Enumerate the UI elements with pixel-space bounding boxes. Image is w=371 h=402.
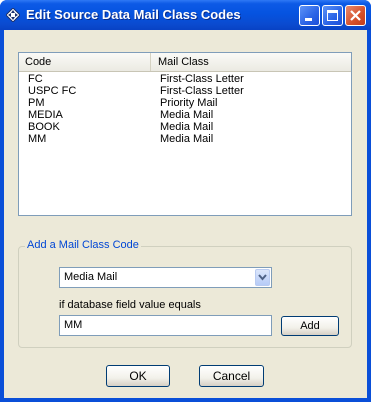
maximize-icon bbox=[327, 10, 338, 21]
row-code: MM bbox=[28, 133, 47, 145]
maximize-button[interactable] bbox=[322, 5, 343, 26]
mail-class-select[interactable]: Media Mail bbox=[59, 267, 272, 288]
list-header: Code Mail Class bbox=[19, 53, 351, 72]
cancel-button[interactable]: Cancel bbox=[199, 365, 264, 387]
chevron-down-icon bbox=[258, 274, 267, 281]
row-code: FC bbox=[28, 73, 43, 85]
row-mail-class: Media Mail bbox=[160, 109, 214, 121]
row-mail-class: First-Class Letter bbox=[160, 85, 244, 97]
table-row[interactable]: MM Media Mail bbox=[19, 133, 351, 145]
row-code: MEDIA bbox=[28, 109, 63, 121]
diamond-arrows-icon[interactable] bbox=[5, 7, 21, 23]
table-row[interactable]: PM Priority Mail bbox=[19, 97, 351, 109]
window-title: Edit Source Data Mail Class Codes bbox=[26, 7, 241, 22]
row-code: USPC FC bbox=[28, 85, 77, 97]
close-button[interactable] bbox=[345, 5, 366, 26]
ok-button[interactable]: OK bbox=[106, 365, 170, 387]
row-mail-class: First-Class Letter bbox=[160, 73, 244, 85]
field-value-input[interactable]: MM bbox=[59, 315, 272, 336]
minimize-button[interactable] bbox=[299, 5, 320, 26]
mail-class-list[interactable]: Code Mail Class FC First-Class Letter US… bbox=[18, 52, 352, 216]
dialog-window: Edit Source Data Mail Class Codes Code M… bbox=[0, 0, 371, 402]
mail-class-selected-value: Media Mail bbox=[64, 271, 118, 283]
table-row[interactable]: BOOK Media Mail bbox=[19, 121, 351, 133]
row-code: BOOK bbox=[28, 121, 60, 133]
close-icon bbox=[350, 10, 361, 21]
field-value-text: MM bbox=[64, 319, 83, 331]
dialog-body: Code Mail Class FC First-Class Letter US… bbox=[4, 30, 367, 398]
field-value-label: if database field value equals bbox=[59, 299, 201, 311]
group-label: Add a Mail Class Code bbox=[25, 239, 141, 251]
dropdown-button[interactable] bbox=[255, 269, 270, 286]
row-mail-class: Media Mail bbox=[160, 133, 214, 145]
list-rows: FC First-Class Letter USPC FC First-Clas… bbox=[19, 73, 351, 145]
table-row[interactable]: USPC FC First-Class Letter bbox=[19, 85, 351, 97]
column-header-mail-class[interactable]: Mail Class bbox=[152, 53, 350, 71]
add-mail-class-group: Add a Mail Class Code Media Mail if data… bbox=[18, 239, 352, 348]
row-mail-class: Media Mail bbox=[160, 121, 214, 133]
table-row[interactable]: MEDIA Media Mail bbox=[19, 109, 351, 121]
row-code: PM bbox=[28, 97, 45, 109]
row-mail-class: Priority Mail bbox=[160, 97, 218, 109]
column-header-code[interactable]: Code bbox=[19, 53, 151, 71]
table-row[interactable]: FC First-Class Letter bbox=[19, 73, 351, 85]
title-bar[interactable]: Edit Source Data Mail Class Codes bbox=[0, 0, 371, 30]
minimize-icon bbox=[305, 18, 312, 21]
add-button[interactable]: Add bbox=[281, 316, 339, 336]
